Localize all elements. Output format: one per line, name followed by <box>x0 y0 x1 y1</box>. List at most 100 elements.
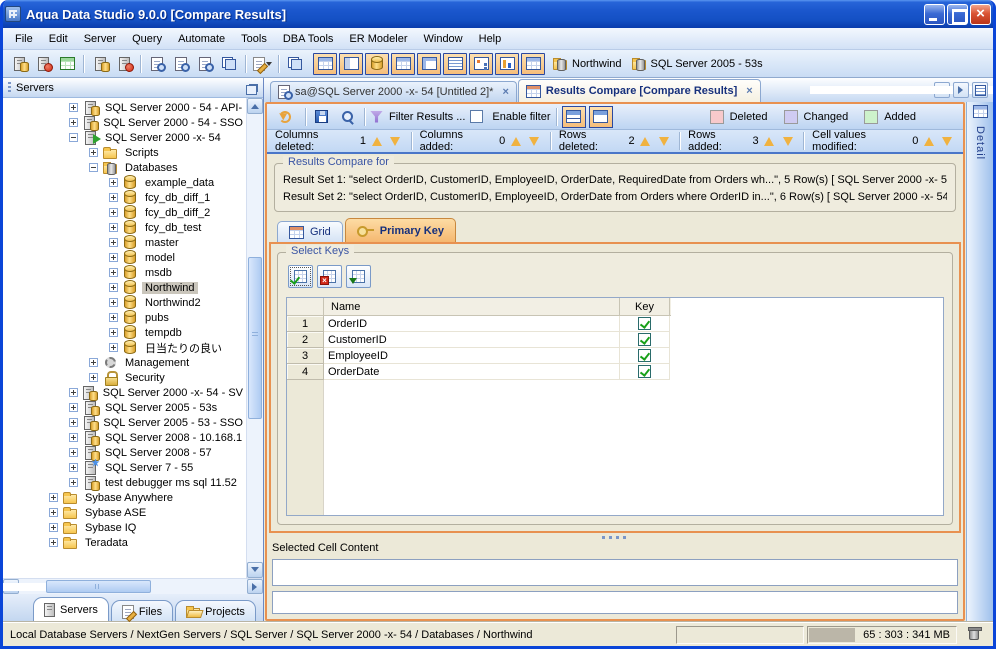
tree-expand-toggle[interactable] <box>69 133 78 142</box>
column-header-name[interactable]: Name <box>324 298 620 315</box>
key-checkbox[interactable] <box>638 333 651 346</box>
tree-expand-toggle[interactable] <box>49 538 58 547</box>
menu-item[interactable]: Help <box>471 30 510 48</box>
tree-expand-toggle[interactable] <box>89 358 98 367</box>
tree-expand-toggle[interactable] <box>89 148 98 157</box>
menu-item[interactable]: ER Modeler <box>341 30 415 48</box>
tree-item[interactable]: tempdb <box>3 325 246 340</box>
key-checkbox[interactable] <box>638 317 651 330</box>
key-row[interactable]: 1 OrderID <box>287 316 671 332</box>
tree-expand-toggle[interactable] <box>109 178 118 187</box>
menu-item[interactable]: Edit <box>41 30 76 48</box>
tab-grid[interactable]: Grid <box>277 221 343 242</box>
layout-split-horizontal-toggle[interactable] <box>561 105 586 128</box>
tree-item[interactable]: SQL Server 7 - 55 <box>3 460 246 475</box>
tab-results-compare[interactable]: Results Compare [Compare Results] × <box>517 79 761 102</box>
tree-item[interactable]: example_data <box>3 175 246 190</box>
key-row[interactable]: 4 OrderDate <box>287 364 671 380</box>
counter-previous-button[interactable] <box>508 132 523 150</box>
tree-expand-toggle[interactable] <box>69 418 78 427</box>
tree-expand-toggle[interactable] <box>69 433 78 442</box>
counter-previous-button[interactable] <box>762 132 777 150</box>
tree-expand-toggle[interactable] <box>49 523 58 532</box>
title-bar[interactable]: Aqua Data Studio 9.0.0 [Compare Results] <box>3 0 993 28</box>
results-table-toggle[interactable] <box>521 52 545 75</box>
key-name-cell[interactable]: CustomerID <box>324 332 620 348</box>
results-list-toggle[interactable] <box>443 52 467 75</box>
tree-item[interactable]: test debugger ms sql 11.52 <box>3 475 246 491</box>
tree-expand-toggle[interactable] <box>109 328 118 337</box>
menu-item[interactable]: Automate <box>170 30 233 48</box>
key-checkbox[interactable] <box>638 365 651 378</box>
results-chart-toggle[interactable] <box>495 52 519 75</box>
menu-item[interactable]: DBA Tools <box>275 30 342 48</box>
results-grid-toggle[interactable] <box>313 52 337 75</box>
splitter-handle[interactable] <box>267 533 963 542</box>
tree-expand-toggle[interactable] <box>49 493 58 502</box>
tree-item[interactable]: fcy_db_diff_2 <box>3 205 246 220</box>
connect-server-icon[interactable] <box>88 53 112 75</box>
tree-expand-toggle[interactable] <box>109 298 118 307</box>
tree-item[interactable]: Scripts <box>3 145 246 160</box>
servers-panel-header[interactable]: Servers <box>3 78 263 98</box>
tree-vertical-scrollbar[interactable] <box>246 98 263 578</box>
tree-expand-toggle[interactable] <box>109 313 118 322</box>
tree-item[interactable]: SQL Server 2005 - 53 - SSO <box>3 415 246 431</box>
key-name-cell[interactable]: OrderDate <box>324 364 620 380</box>
tree-expand-toggle[interactable] <box>69 478 78 487</box>
menu-item[interactable]: Window <box>416 30 471 48</box>
counter-previous-button[interactable] <box>921 132 936 150</box>
unregister-server-icon[interactable] <box>31 53 55 75</box>
tab-list-button[interactable] <box>972 82 988 98</box>
scroll-right-icon[interactable] <box>247 579 263 594</box>
tree-expand-toggle[interactable] <box>89 373 98 382</box>
scrollbar-thumb[interactable] <box>46 580 152 593</box>
tree-item[interactable]: SQL Server 2000 -x- 54 - SV <box>3 385 246 401</box>
query-builder-icon[interactable] <box>193 53 217 75</box>
maximize-button[interactable] <box>947 3 968 25</box>
tree-item[interactable]: model <box>3 250 246 265</box>
tree-item[interactable]: SQL Server 2005 - 53s <box>3 400 246 416</box>
database-context-button[interactable]: Northwind <box>553 57 622 71</box>
enable-filter-checkbox[interactable] <box>470 110 484 123</box>
tab-files[interactable]: Files <box>110 600 174 622</box>
results-hierarchy-toggle[interactable] <box>469 52 493 75</box>
cascade-windows-icon[interactable] <box>217 53 241 75</box>
tree-expand-toggle[interactable] <box>109 343 118 352</box>
close-button[interactable] <box>970 3 991 25</box>
find-icon[interactable] <box>337 106 359 128</box>
tree-item[interactable]: SQL Server 2000 -x- 54 <box>3 130 246 145</box>
tree-expand-toggle[interactable] <box>69 463 78 472</box>
tree-item[interactable]: msdb <box>3 265 246 280</box>
compare-window-icon[interactable] <box>283 53 307 75</box>
scroll-tabs-left-button[interactable] <box>810 82 993 98</box>
tree-item[interactable]: Security <box>3 370 246 386</box>
results-pivot-toggle[interactable] <box>391 52 415 75</box>
key-name-cell[interactable]: EmployeeID <box>324 348 620 364</box>
tree-expand-toggle[interactable] <box>69 388 78 397</box>
tree-expand-toggle[interactable] <box>69 403 78 412</box>
tree-expand-toggle[interactable] <box>69 448 78 457</box>
detail-strip[interactable]: Detail <box>966 102 993 622</box>
menu-item[interactable]: Server <box>76 30 124 48</box>
close-tab-icon[interactable]: × <box>502 86 508 98</box>
filter-results-button[interactable]: Filter Results ... <box>370 110 465 123</box>
tree-item[interactable]: fcy_db_diff_1 <box>3 190 246 205</box>
tab-primary-key[interactable]: Primary Key <box>344 218 456 242</box>
tree-expand-toggle[interactable] <box>109 283 118 292</box>
counter-next-button[interactable] <box>387 132 402 150</box>
counter-next-button[interactable] <box>940 132 955 150</box>
tree-item[interactable]: Sybase ASE <box>3 505 246 520</box>
refresh-results-icon[interactable] <box>274 106 296 128</box>
scroll-left-icon[interactable] <box>3 579 140 594</box>
server-context-button[interactable]: SQL Server 2005 - 53s <box>631 57 763 71</box>
tree-item[interactable]: Northwind2 <box>3 295 246 310</box>
tab-servers[interactable]: Servers <box>33 597 109 622</box>
tree-expand-toggle[interactable] <box>69 103 78 112</box>
results-form-toggle[interactable] <box>339 52 363 75</box>
scroll-up-icon[interactable] <box>247 98 263 114</box>
register-server-icon[interactable] <box>7 53 31 75</box>
counter-next-button[interactable] <box>780 132 795 150</box>
tree-item[interactable]: Management <box>3 355 246 370</box>
tree-expand-toggle[interactable] <box>109 223 118 232</box>
